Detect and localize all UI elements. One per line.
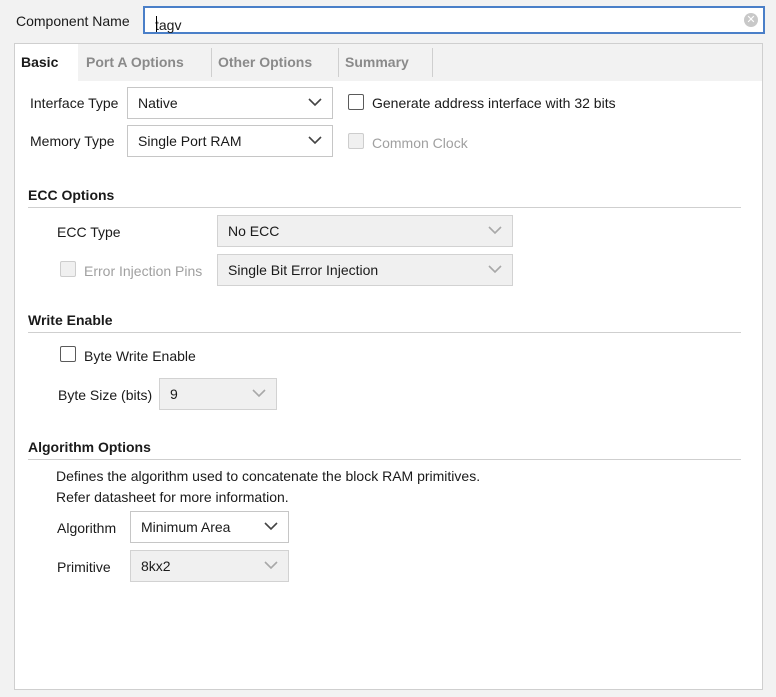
tab-other-options-label: Other Options xyxy=(218,54,313,70)
primitive-label: Primitive xyxy=(57,559,111,575)
algorithm-options-header: Algorithm Options xyxy=(28,439,151,455)
tab-basic-label: Basic xyxy=(21,54,59,70)
memory-type-value: Single Port RAM xyxy=(138,133,242,149)
error-injection-value: Single Bit Error Injection xyxy=(228,262,379,278)
byte-write-enable-checkbox[interactable] xyxy=(60,346,76,362)
chevron-down-icon xyxy=(264,561,278,570)
chevron-down-icon xyxy=(488,226,502,235)
chevron-down-icon xyxy=(308,98,322,107)
clear-icon[interactable]: ✕ xyxy=(744,13,758,27)
primitive-dropdown[interactable]: 8kx2 xyxy=(130,550,289,582)
tab-port-a-options-label: Port A Options xyxy=(86,54,184,70)
tab-port-a-options[interactable]: Port A Options xyxy=(79,44,211,81)
error-injection-label: Error Injection Pins xyxy=(84,263,203,279)
ecc-type-value: No ECC xyxy=(228,223,280,239)
component-name-input[interactable]: tagv ✕ xyxy=(143,6,765,34)
chevron-down-icon xyxy=(488,265,502,274)
algorithm-value: Minimum Area xyxy=(141,519,231,535)
write-enable-header: Write Enable xyxy=(28,312,113,328)
interface-type-value: Native xyxy=(138,95,178,111)
tab-summary-label: Summary xyxy=(345,54,409,70)
common-clock-checkbox[interactable] xyxy=(348,133,364,149)
tab-bar: Basic Port A Options Other Options Summa… xyxy=(15,44,762,81)
byte-size-dropdown[interactable]: 9 xyxy=(159,378,277,410)
generate-address-label: Generate address interface with 32 bits xyxy=(372,95,616,111)
primitive-value: 8kx2 xyxy=(141,558,171,574)
algorithm-description-line2: Refer datasheet for more information. xyxy=(56,489,289,505)
byte-size-label: Byte Size (bits) xyxy=(58,387,153,403)
interface-type-dropdown[interactable]: Native xyxy=(127,87,333,119)
tab-basic[interactable]: Basic xyxy=(15,44,78,81)
error-injection-checkbox[interactable] xyxy=(60,261,76,277)
chevron-down-icon xyxy=(308,136,322,145)
algorithm-label: Algorithm xyxy=(57,520,117,536)
component-name-value: tagv xyxy=(155,17,182,33)
tab-other-options[interactable]: Other Options xyxy=(212,44,338,81)
ecc-type-dropdown[interactable]: No ECC xyxy=(217,215,513,247)
chevron-down-icon xyxy=(264,522,278,531)
generate-address-checkbox[interactable] xyxy=(348,94,364,110)
common-clock-label: Common Clock xyxy=(372,135,468,151)
tab-summary[interactable]: Summary xyxy=(339,44,432,81)
component-name-label: Component Name xyxy=(16,13,130,29)
byte-write-enable-label: Byte Write Enable xyxy=(84,348,196,364)
chevron-down-icon xyxy=(252,389,266,398)
algorithm-description-line1: Defines the algorithm used to concatenat… xyxy=(56,468,481,484)
ecc-options-header: ECC Options xyxy=(28,187,115,203)
ecc-type-label: ECC Type xyxy=(57,224,121,240)
algorithm-dropdown[interactable]: Minimum Area xyxy=(130,511,289,543)
memory-type-label: Memory Type xyxy=(30,133,115,149)
ecc-options-divider xyxy=(28,207,741,208)
byte-size-value: 9 xyxy=(170,386,178,402)
write-enable-divider xyxy=(28,332,741,333)
algorithm-options-divider xyxy=(28,459,741,460)
error-injection-dropdown[interactable]: Single Bit Error Injection xyxy=(217,254,513,286)
interface-type-label: Interface Type xyxy=(30,95,119,111)
memory-type-dropdown[interactable]: Single Port RAM xyxy=(127,125,333,157)
